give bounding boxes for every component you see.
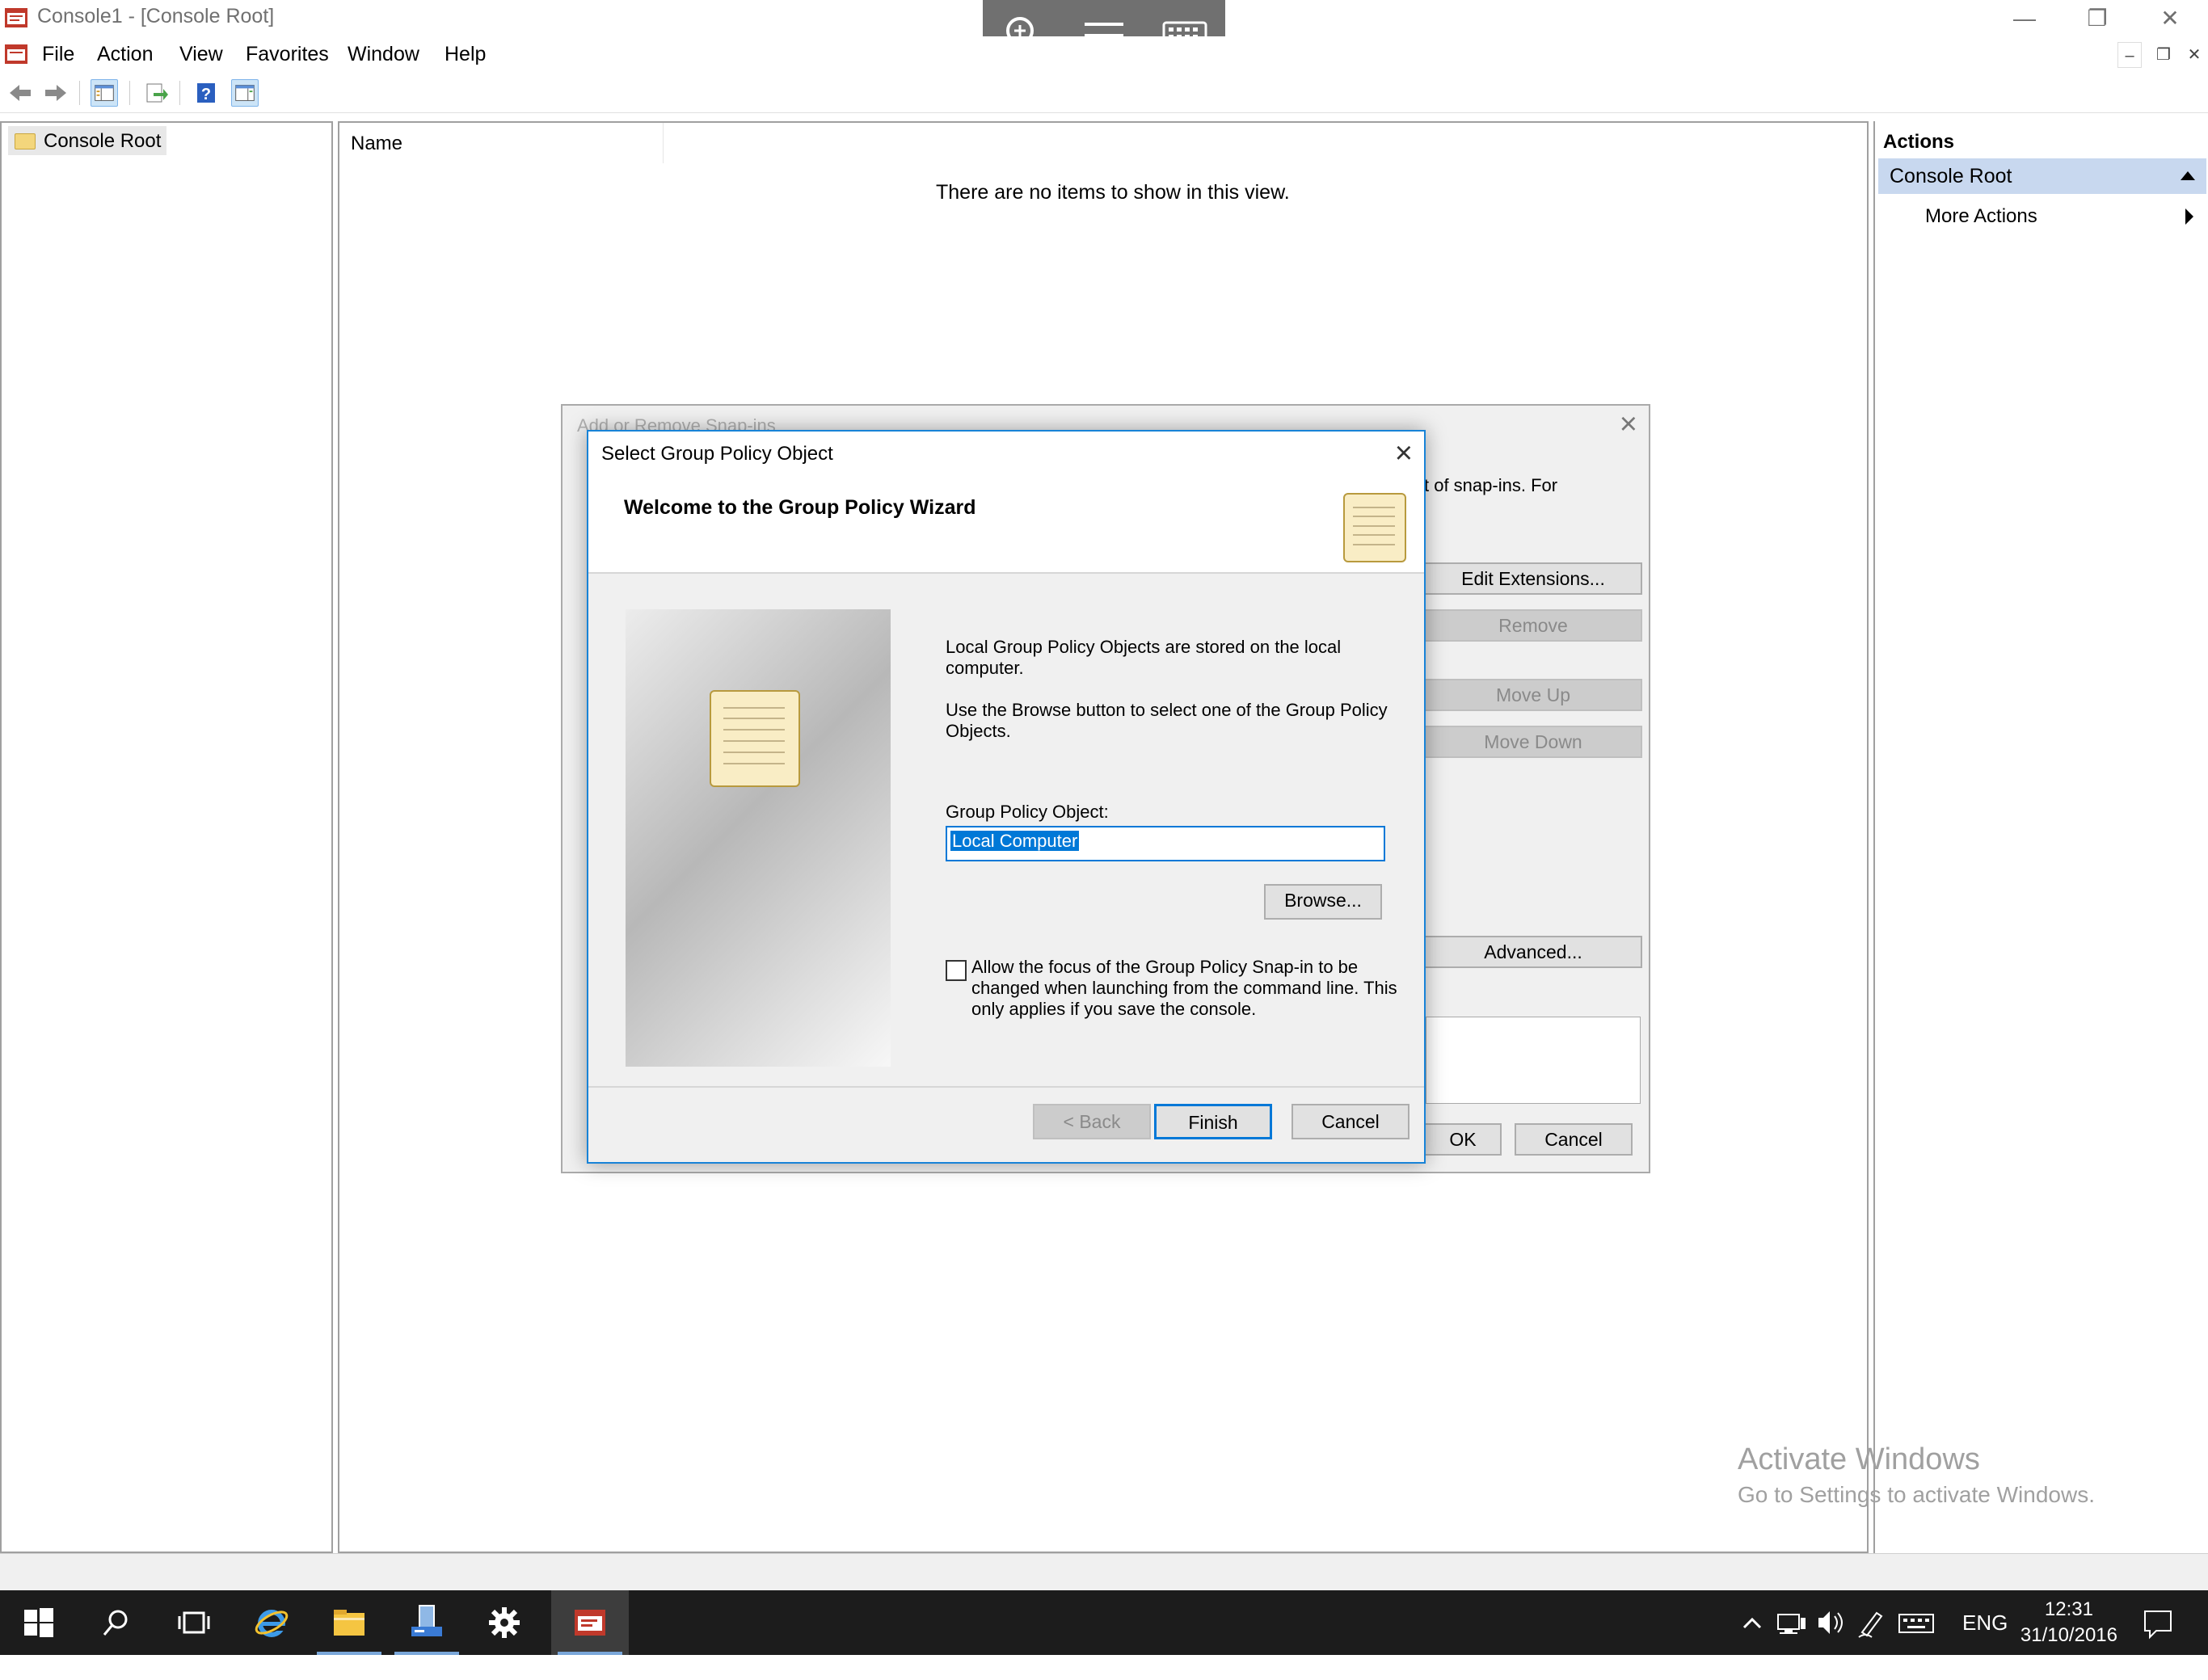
wizard-title: Select Group Policy Object: [601, 443, 833, 465]
mmc-app-icon: [5, 8, 27, 27]
menu-bar: File Action View Favorites Window Help: [0, 36, 2208, 73]
console-tree: Console Root: [0, 121, 333, 1553]
scroll-icon: [1343, 493, 1406, 562]
tree-item-console-root[interactable]: Console Root: [8, 126, 166, 155]
mdi-restore-button[interactable]: ❐: [2151, 42, 2176, 68]
network-icon[interactable]: [1775, 1590, 1807, 1655]
windows-ink-icon[interactable]: [1856, 1590, 1888, 1655]
wizard-side-image: [626, 609, 891, 1067]
snapins-cancel-button[interactable]: Cancel: [1515, 1123, 1633, 1156]
window-title: Console1 - [Console Root]: [37, 5, 275, 27]
clock-date: 31/10/2016: [2020, 1624, 2117, 1646]
toolbar: ?: [0, 73, 2208, 113]
activation-watermark-subtitle: Go to Settings to activate Windows.: [1738, 1482, 2095, 1507]
menu-action[interactable]: Action: [97, 43, 153, 66]
volume-icon[interactable]: [1815, 1590, 1848, 1655]
allow-focus-checkbox[interactable]: [946, 960, 967, 981]
taskbar-clock[interactable]: 12:31 31/10/2016: [2020, 1597, 2117, 1648]
minimize-button[interactable]: —: [1988, 0, 2061, 36]
allow-focus-checkbox-label[interactable]: Allow the focus of the Group Policy Snap…: [971, 957, 1408, 1020]
wizard-cancel-button[interactable]: Cancel: [1292, 1104, 1409, 1139]
restore-button[interactable]: ❐: [2061, 0, 2134, 36]
actions-header: Actions: [1883, 131, 1955, 153]
snapin-description-box: [1426, 1017, 1641, 1104]
scroll-illustration-icon: [710, 690, 800, 787]
back-arrow-icon[interactable]: [6, 79, 34, 107]
touch-keyboard-icon[interactable]: [1896, 1590, 1936, 1655]
wizard-heading: Welcome to the Group Policy Wizard: [624, 496, 976, 519]
search-icon[interactable]: [78, 1590, 155, 1655]
actions-section-console-root[interactable]: Console Root: [1878, 158, 2206, 194]
wizard-footer: < Back Finish Cancel: [588, 1086, 1424, 1162]
settings-icon[interactable]: [466, 1590, 543, 1655]
back-button[interactable]: < Back: [1033, 1104, 1151, 1139]
status-bar: [0, 1553, 2208, 1590]
activation-watermark-title: Activate Windows: [1738, 1442, 1980, 1476]
show-hide-tree-icon[interactable]: [91, 79, 118, 107]
action-center-icon[interactable]: [2142, 1590, 2174, 1655]
menu-file[interactable]: File: [42, 43, 74, 66]
column-divider[interactable]: [663, 123, 664, 163]
activation-watermark: Activate Windows Go to Settings to activ…: [1738, 1442, 2095, 1508]
mdi-minimize-button[interactable]: –: [2117, 42, 2142, 68]
gpo-input[interactable]: Local Computer: [946, 826, 1385, 861]
finish-button[interactable]: Finish: [1154, 1104, 1272, 1139]
select-gpo-wizard-dialog: Select Group Policy Object × Welcome to …: [587, 430, 1426, 1164]
snapins-close-icon[interactable]: ×: [1620, 407, 1637, 442]
menu-favorites[interactable]: Favorites: [246, 43, 329, 66]
column-header-name[interactable]: Name: [351, 133, 402, 155]
more-actions-item[interactable]: More Actions: [1925, 205, 2037, 228]
help-icon[interactable]: ?: [192, 79, 220, 107]
empty-view-message: There are no items to show in this view.: [936, 181, 1290, 204]
folder-icon: [15, 133, 36, 149]
close-button[interactable]: ✕: [2134, 0, 2206, 36]
start-icon[interactable]: [0, 1590, 78, 1655]
clock-time: 12:31: [2044, 1598, 2093, 1620]
server-manager-icon[interactable]: [388, 1590, 466, 1655]
remove-button[interactable]: Remove: [1424, 609, 1642, 642]
actions-section-label: Console Root: [1890, 165, 2012, 187]
wizard-paragraph-local: Local Group Policy Objects are stored on…: [946, 637, 1342, 678]
snapins-description-fragment: t of snap-ins. For: [1424, 475, 1558, 495]
move-down-button[interactable]: Move Down: [1424, 726, 1642, 758]
wizard-close-icon[interactable]: ×: [1395, 436, 1413, 471]
submenu-arrow-icon: [2185, 208, 2193, 225]
wizard-paragraph-browse: Use the Browse button to select one of t…: [946, 700, 1388, 741]
wizard-header: Select Group Policy Object × Welcome to …: [588, 432, 1424, 574]
forward-arrow-icon[interactable]: [42, 79, 70, 107]
show-hide-action-pane-icon[interactable]: [231, 79, 259, 107]
edit-extensions-button[interactable]: Edit Extensions...: [1424, 562, 1642, 595]
mmc-console-icon[interactable]: [551, 1590, 629, 1655]
snapins-ok-button[interactable]: OK: [1424, 1123, 1502, 1156]
menu-window[interactable]: Window: [348, 43, 419, 66]
wizard-body: Local Group Policy Objects are stored on…: [588, 574, 1424, 1091]
collapse-icon[interactable]: [2181, 171, 2195, 180]
taskbar: ENG 12:31 31/10/2016: [0, 1590, 2208, 1655]
svg-text:?: ?: [201, 86, 211, 103]
file-explorer-icon[interactable]: [310, 1590, 388, 1655]
tree-item-label: Console Root: [44, 130, 162, 152]
gpo-input-value: Local Computer: [950, 831, 1080, 851]
task-view-icon[interactable]: [155, 1590, 233, 1655]
actions-pane: Actions Console Root More Actions: [1873, 121, 2208, 1553]
mmc-doc-icon[interactable]: [3, 41, 29, 67]
show-hidden-icons-chevron[interactable]: [1741, 1590, 1763, 1655]
menu-help[interactable]: Help: [445, 43, 486, 66]
input-language-indicator[interactable]: ENG: [1962, 1590, 2008, 1655]
mdi-close-button[interactable]: ✕: [2182, 42, 2206, 68]
advanced-button[interactable]: Advanced...: [1424, 936, 1642, 968]
browse-button[interactable]: Browse...: [1264, 884, 1382, 920]
internet-explorer-icon[interactable]: [233, 1590, 310, 1655]
move-up-button[interactable]: Move Up: [1424, 679, 1642, 711]
export-list-icon[interactable]: [142, 79, 170, 107]
menu-view[interactable]: View: [179, 43, 223, 66]
gpo-field-label: Group Policy Object:: [946, 802, 1109, 822]
